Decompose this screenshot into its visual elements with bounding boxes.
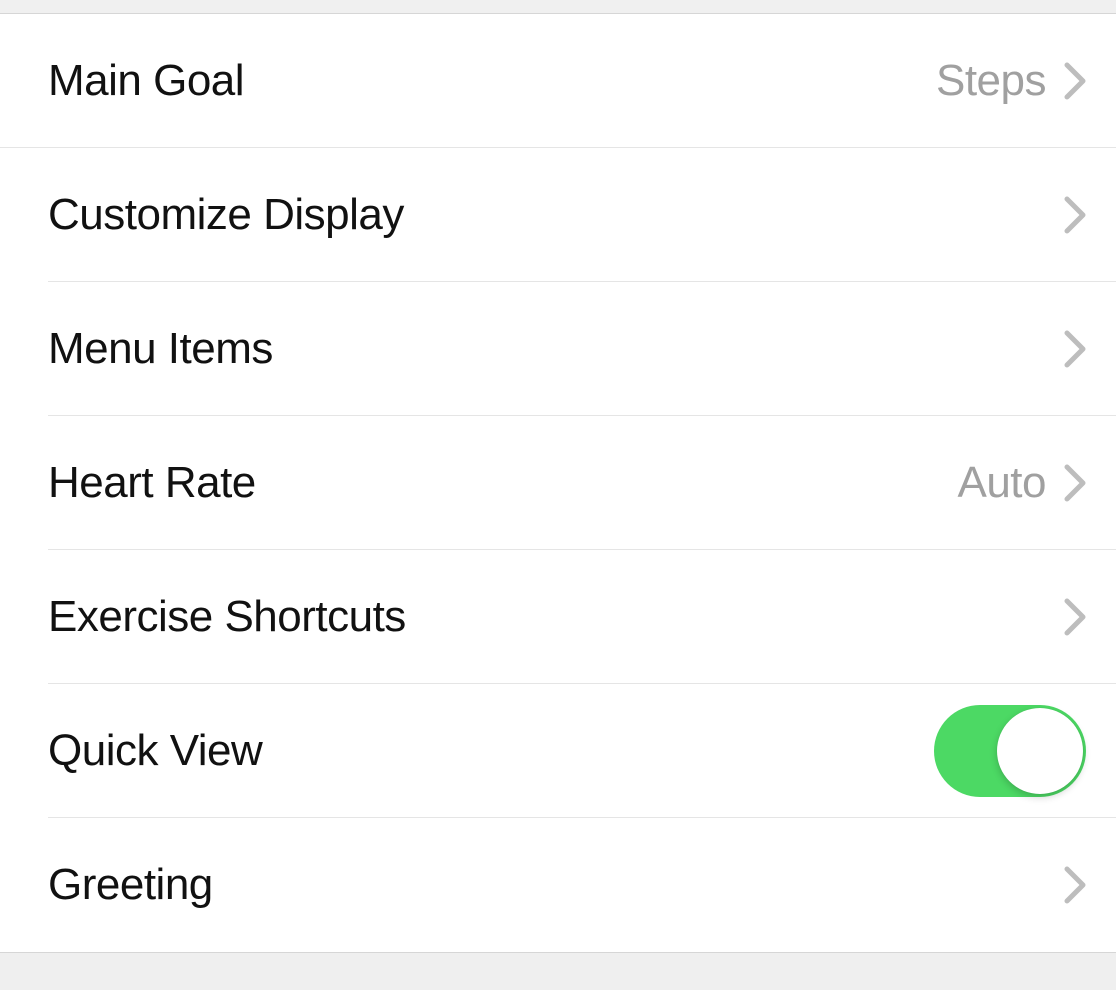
row-main-goal[interactable]: Main Goal Steps bbox=[0, 14, 1116, 148]
row-label-heart-rate: Heart Rate bbox=[48, 458, 256, 508]
quick-view-toggle[interactable] bbox=[934, 705, 1086, 797]
row-right-exercise-shortcuts bbox=[1064, 598, 1086, 636]
row-right-menu-items bbox=[1064, 330, 1086, 368]
settings-list: Main Goal Steps Customize Display Menu I… bbox=[0, 13, 1116, 952]
row-label-menu-items: Menu Items bbox=[48, 324, 273, 374]
row-right-main-goal: Steps bbox=[936, 56, 1086, 106]
chevron-right-icon bbox=[1064, 62, 1086, 100]
row-customize-display[interactable]: Customize Display bbox=[48, 148, 1116, 282]
row-right-customize-display bbox=[1064, 196, 1086, 234]
chevron-right-icon bbox=[1064, 866, 1086, 904]
chevron-right-icon bbox=[1064, 330, 1086, 368]
row-value-heart-rate: Auto bbox=[957, 458, 1046, 508]
row-greeting[interactable]: Greeting bbox=[48, 818, 1116, 952]
row-label-exercise-shortcuts: Exercise Shortcuts bbox=[48, 592, 406, 642]
chevron-right-icon bbox=[1064, 464, 1086, 502]
row-label-customize-display: Customize Display bbox=[48, 190, 404, 240]
row-menu-items[interactable]: Menu Items bbox=[48, 282, 1116, 416]
row-right-heart-rate: Auto bbox=[957, 458, 1086, 508]
row-label-main-goal: Main Goal bbox=[48, 56, 244, 106]
row-label-quick-view: Quick View bbox=[48, 726, 262, 776]
toggle-knob bbox=[997, 708, 1083, 794]
row-heart-rate[interactable]: Heart Rate Auto bbox=[48, 416, 1116, 550]
row-label-greeting: Greeting bbox=[48, 860, 213, 910]
row-exercise-shortcuts[interactable]: Exercise Shortcuts bbox=[48, 550, 1116, 684]
row-value-main-goal: Steps bbox=[936, 56, 1046, 106]
row-right-quick-view bbox=[934, 705, 1086, 797]
row-right-greeting bbox=[1064, 866, 1086, 904]
chevron-right-icon bbox=[1064, 196, 1086, 234]
row-quick-view: Quick View bbox=[48, 684, 1116, 818]
section-footer-spacer bbox=[0, 952, 1116, 990]
chevron-right-icon bbox=[1064, 598, 1086, 636]
